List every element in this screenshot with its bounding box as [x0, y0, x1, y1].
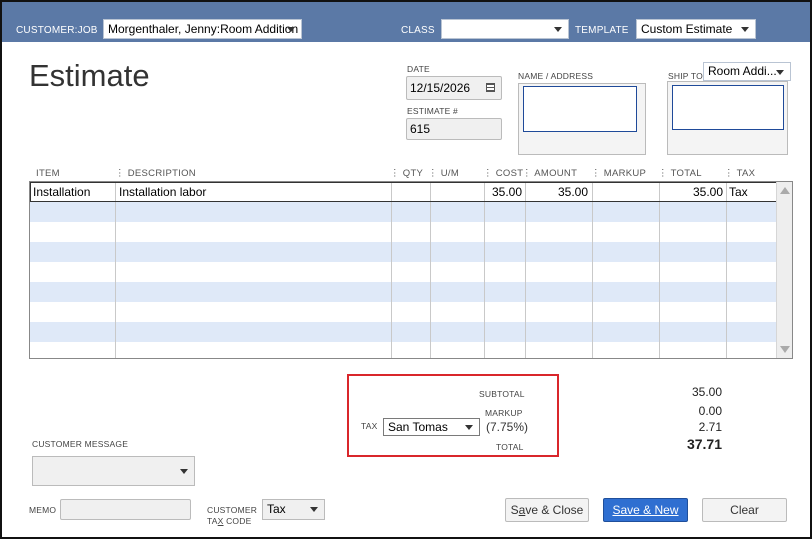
- tax-value: 2.71: [698, 420, 722, 434]
- markup-label: MARKUP: [485, 408, 523, 418]
- name-address-field[interactable]: [523, 86, 637, 132]
- table-row[interactable]: [30, 322, 777, 342]
- date-label: DATE: [407, 64, 430, 74]
- template-label: TEMPLATE: [575, 25, 629, 36]
- cell-total[interactable]: 35.00: [660, 182, 723, 202]
- table-row[interactable]: Installation Installation labor 35.00 35…: [30, 182, 777, 202]
- memo-label: MEMO: [29, 505, 57, 515]
- estimate-number-label: ESTIMATE #: [407, 106, 458, 116]
- table-row[interactable]: [30, 302, 777, 322]
- table-row[interactable]: [30, 262, 777, 282]
- column-header-tax[interactable]: ⋮ TAX: [724, 168, 755, 179]
- column-divider: [484, 182, 485, 358]
- tax-rate: (7.75%): [486, 420, 529, 434]
- estimate-number-field[interactable]: 615: [406, 118, 502, 140]
- column-divider: [430, 182, 431, 358]
- scroll-up-icon[interactable]: [780, 187, 790, 194]
- column-header-markup[interactable]: ⋮ MARKUP: [591, 168, 646, 179]
- template-dropdown[interactable]: Custom Estimate: [636, 19, 756, 39]
- customer-tax-code-label-line1: CUSTOMER: [207, 505, 258, 515]
- save-new-button[interactable]: Save & New: [603, 498, 688, 522]
- column-header-um[interactable]: ⋮ U/M: [428, 168, 459, 179]
- column-divider: [391, 182, 392, 358]
- date-value: 12/15/2026: [410, 81, 471, 95]
- table-row[interactable]: [30, 282, 777, 302]
- cell-item[interactable]: Installation: [33, 182, 90, 202]
- column-divider: [726, 182, 727, 358]
- line-items-table: Installation Installation labor 35.00 35…: [29, 181, 793, 359]
- calendar-icon[interactable]: [486, 83, 495, 92]
- estimate-number-value: 615: [410, 122, 431, 136]
- column-header-amount[interactable]: ⋮ AMOUNT: [522, 168, 577, 179]
- chevron-down-icon: [741, 27, 749, 32]
- column-divider: [115, 182, 116, 358]
- template-value: Custom Estimate: [641, 22, 733, 36]
- customer-job-value: Morgenthaler, Jenny:Room Addition: [108, 22, 299, 36]
- cell-cost[interactable]: 35.00: [485, 182, 522, 202]
- date-field[interactable]: 12/15/2026: [406, 76, 502, 100]
- total-value: 37.71: [686, 436, 722, 452]
- estimate-window: CUSTOMER:JOB Morgenthaler, Jenny:Room Ad…: [0, 0, 812, 539]
- ship-to-label: SHIP TO: [668, 71, 703, 81]
- chevron-down-icon: [776, 70, 784, 75]
- name-address-box: [518, 83, 646, 155]
- column-divider: [525, 182, 526, 358]
- class-label: CLASS: [401, 25, 435, 36]
- customer-tax-code-dropdown[interactable]: Tax: [262, 499, 325, 520]
- page-title: Estimate: [29, 58, 150, 93]
- column-divider: [659, 182, 660, 358]
- customer-tax-code-label-line2: TAX CODE: [207, 516, 252, 526]
- customer-tax-code-value: Tax: [267, 502, 286, 516]
- table-row[interactable]: [30, 222, 777, 242]
- column-header-description[interactable]: ⋮ DESCRIPTION: [115, 168, 196, 179]
- ship-to-value: Room Addi...: [708, 64, 777, 78]
- header-bar: CUSTOMER:JOB Morgenthaler, Jenny:Room Ad…: [2, 2, 810, 42]
- column-header-total[interactable]: ⋮ TOTAL: [658, 168, 702, 179]
- save-close-button[interactable]: Save & Close: [505, 498, 589, 522]
- chevron-down-icon: [554, 27, 562, 32]
- subtotal-label: SUBTOTAL: [479, 389, 525, 399]
- tax-highlight-box: [347, 374, 559, 457]
- ship-to-field[interactable]: [672, 85, 784, 130]
- ship-to-box: [667, 81, 788, 155]
- customer-job-label: CUSTOMER:JOB: [16, 25, 98, 36]
- column-header-qty[interactable]: ⋮ QTY: [390, 168, 423, 179]
- customer-message-label: CUSTOMER MESSAGE: [32, 439, 129, 449]
- cell-tax[interactable]: Tax: [729, 182, 748, 202]
- table-row[interactable]: [30, 202, 777, 222]
- name-address-label: NAME / ADDRESS: [518, 71, 594, 81]
- column-divider: [592, 182, 593, 358]
- table-row[interactable]: [30, 342, 777, 358]
- tax-item-dropdown[interactable]: San Tomas: [383, 418, 480, 436]
- column-header-item[interactable]: ITEM: [36, 168, 60, 179]
- table-row[interactable]: [30, 242, 777, 262]
- subtotal-value: 35.00: [691, 385, 722, 399]
- vertical-scrollbar[interactable]: [776, 182, 792, 358]
- class-dropdown[interactable]: [441, 19, 569, 39]
- memo-field[interactable]: [60, 499, 191, 520]
- column-header-cost[interactable]: ⋮ COST: [483, 168, 523, 179]
- clear-button[interactable]: Clear: [702, 498, 787, 522]
- cell-description[interactable]: Installation labor: [119, 182, 206, 202]
- chevron-down-icon: [180, 469, 188, 474]
- chevron-down-icon: [465, 425, 473, 430]
- total-label: TOTAL: [496, 442, 524, 452]
- tax-label: TAX: [361, 421, 378, 431]
- scroll-down-icon[interactable]: [780, 346, 790, 353]
- tax-item-value: San Tomas: [388, 420, 448, 434]
- chevron-down-icon: [310, 507, 318, 512]
- chevron-down-icon: [287, 27, 295, 32]
- customer-message-dropdown[interactable]: [32, 456, 195, 486]
- markup-value: 0.00: [698, 404, 722, 418]
- customer-job-dropdown[interactable]: Morgenthaler, Jenny:Room Addition: [103, 19, 302, 39]
- ship-to-dropdown[interactable]: Room Addi...: [703, 62, 791, 81]
- cell-amount[interactable]: 35.00: [526, 182, 588, 202]
